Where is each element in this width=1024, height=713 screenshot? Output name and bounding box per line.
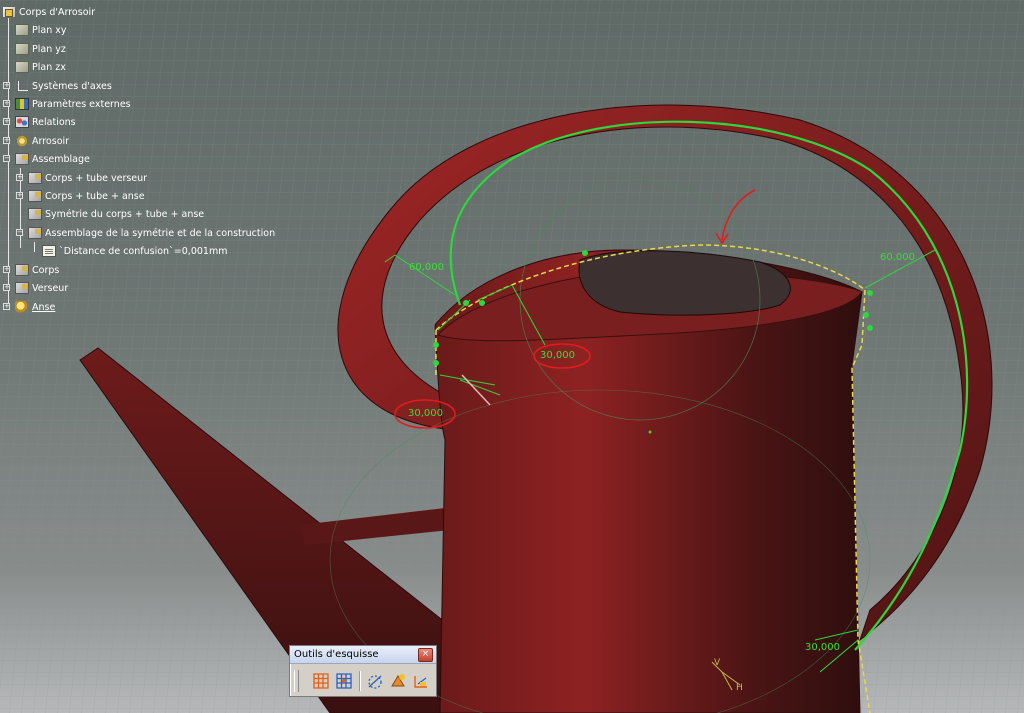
external-parameters-icon [15,98,29,110]
toolbar-grip[interactable] [294,670,299,692]
dimension-circled-upper[interactable]: 30,000 [540,350,575,361]
plane-icon [15,61,29,73]
expand-icon[interactable]: + [16,174,23,181]
tree-node-label: Corps d'Arrosoir [19,6,96,18]
collapse-icon[interactable]: − [3,155,10,162]
snap-to-point-icon[interactable] [334,670,355,692]
dimension-top-left[interactable]: 60,000 [409,262,444,273]
toolbar-title-bar[interactable]: Outils d'esquisse [290,646,436,664]
assembly-icon [15,282,29,294]
expand-icon[interactable]: + [3,82,10,89]
tree-node-label: Plan zx [32,61,66,73]
gear-icon [15,135,29,147]
tree-connector-sub [34,242,35,252]
compass-label-v: V [714,658,721,668]
tree-node-relations[interactable]: + Relations [3,114,76,130]
plane-icon [15,24,29,36]
tree-node-label: Assemblage [32,153,90,165]
expand-icon[interactable]: + [3,137,10,144]
tree-node-label: Paramètres externes [32,98,131,110]
specification-tree[interactable]: Corps d'Arrosoir Plan xy Plan yz Plan zx… [0,0,275,320]
expand-icon[interactable]: + [3,100,10,107]
geometrical-constraints-icon[interactable] [388,670,409,692]
tree-node-anse[interactable]: + Anse [3,299,56,315]
tree-node-label: Corps + tube verseur [45,172,148,184]
assembly-icon [28,190,42,202]
expand-icon[interactable]: + [3,284,10,291]
tree-node-corps-tube-anse[interactable]: + Corps + tube + anse [16,188,145,204]
tree-node-plan-zx[interactable]: Plan zx [15,59,66,75]
tree-node-label: Corps + tube + anse [45,190,145,202]
symmetry-icon [28,208,42,220]
collapse-icon[interactable]: − [16,229,23,236]
construction-element-icon[interactable] [365,670,386,692]
toolbar-separator [358,671,361,691]
tree-node-assemblage-symetrie[interactable]: − Assemblage de la symétrie et de la con… [16,225,276,241]
part-icon [2,6,16,18]
tree-node-axis-systems[interactable]: + Systèmes d'axes [3,78,112,94]
tree-node-assemblage[interactable]: − Assemblage [3,151,90,167]
tree-node-label: Symétrie du corps + tube + anse [45,208,205,220]
assembly-icon [28,227,42,239]
tree-node-label: Corps [32,264,60,276]
tree-node-corps-tube-verseur[interactable]: + Corps + tube verseur [16,170,148,186]
sketch-tools-toolbar[interactable]: Outils d'esquisse × [289,645,437,697]
expand-icon[interactable]: + [3,303,10,310]
tree-node-label: Verseur [32,282,69,294]
toolbar-title: Outils d'esquisse [294,649,379,660]
tree-node-label: Plan yz [32,43,66,55]
tree-node-plan-xy[interactable]: Plan xy [15,22,66,38]
tree-node-label: Systèmes d'axes [32,80,112,92]
tree-node-verseur[interactable]: + Verseur [3,280,69,296]
compass-label-h: H [736,683,743,693]
expand-icon[interactable]: + [3,118,10,125]
tree-node-label: Arrosoir [32,135,70,147]
close-icon[interactable]: × [418,648,433,662]
tree-node-label: Anse [32,301,56,313]
axis-system-icon [15,80,29,92]
tree-node-corps[interactable]: + Corps [3,262,60,278]
assembly-icon [15,264,29,276]
expand-icon[interactable]: + [16,192,23,199]
tree-node-root[interactable]: Corps d'Arrosoir [2,4,95,20]
dimension-top-right[interactable]: 60,000 [880,252,915,263]
tree-node-external-parameters[interactable]: + Paramètres externes [3,96,131,112]
tree-node-label: Plan xy [32,24,67,36]
relations-icon [15,116,29,128]
parameter-doc-icon [42,245,56,257]
tree-node-label: Relations [32,116,76,128]
grid-icon[interactable] [311,670,332,692]
assembly-icon [15,153,29,165]
tree-node-label: Assemblage de la symétrie et de la const… [45,227,276,239]
dimension-circled-lower[interactable]: 30,000 [408,408,443,419]
tree-node-symetrie[interactable]: Symétrie du corps + tube + anse [28,206,204,222]
dimensional-constraints-icon[interactable] [411,670,432,692]
plane-icon [15,43,29,55]
expand-icon[interactable]: + [3,266,10,273]
tree-node-arrosoir[interactable]: + Arrosoir [3,133,70,149]
active-body-icon [15,301,29,313]
tree-node-distance-confusion[interactable]: `Distance de confusion`=0,001mm [42,243,227,259]
tree-node-plan-yz[interactable]: Plan yz [15,41,66,57]
tree-node-label: `Distance de confusion`=0,001mm [59,245,228,257]
assembly-icon [28,172,42,184]
dimension-bottom-right[interactable]: 30,000 [805,642,840,653]
